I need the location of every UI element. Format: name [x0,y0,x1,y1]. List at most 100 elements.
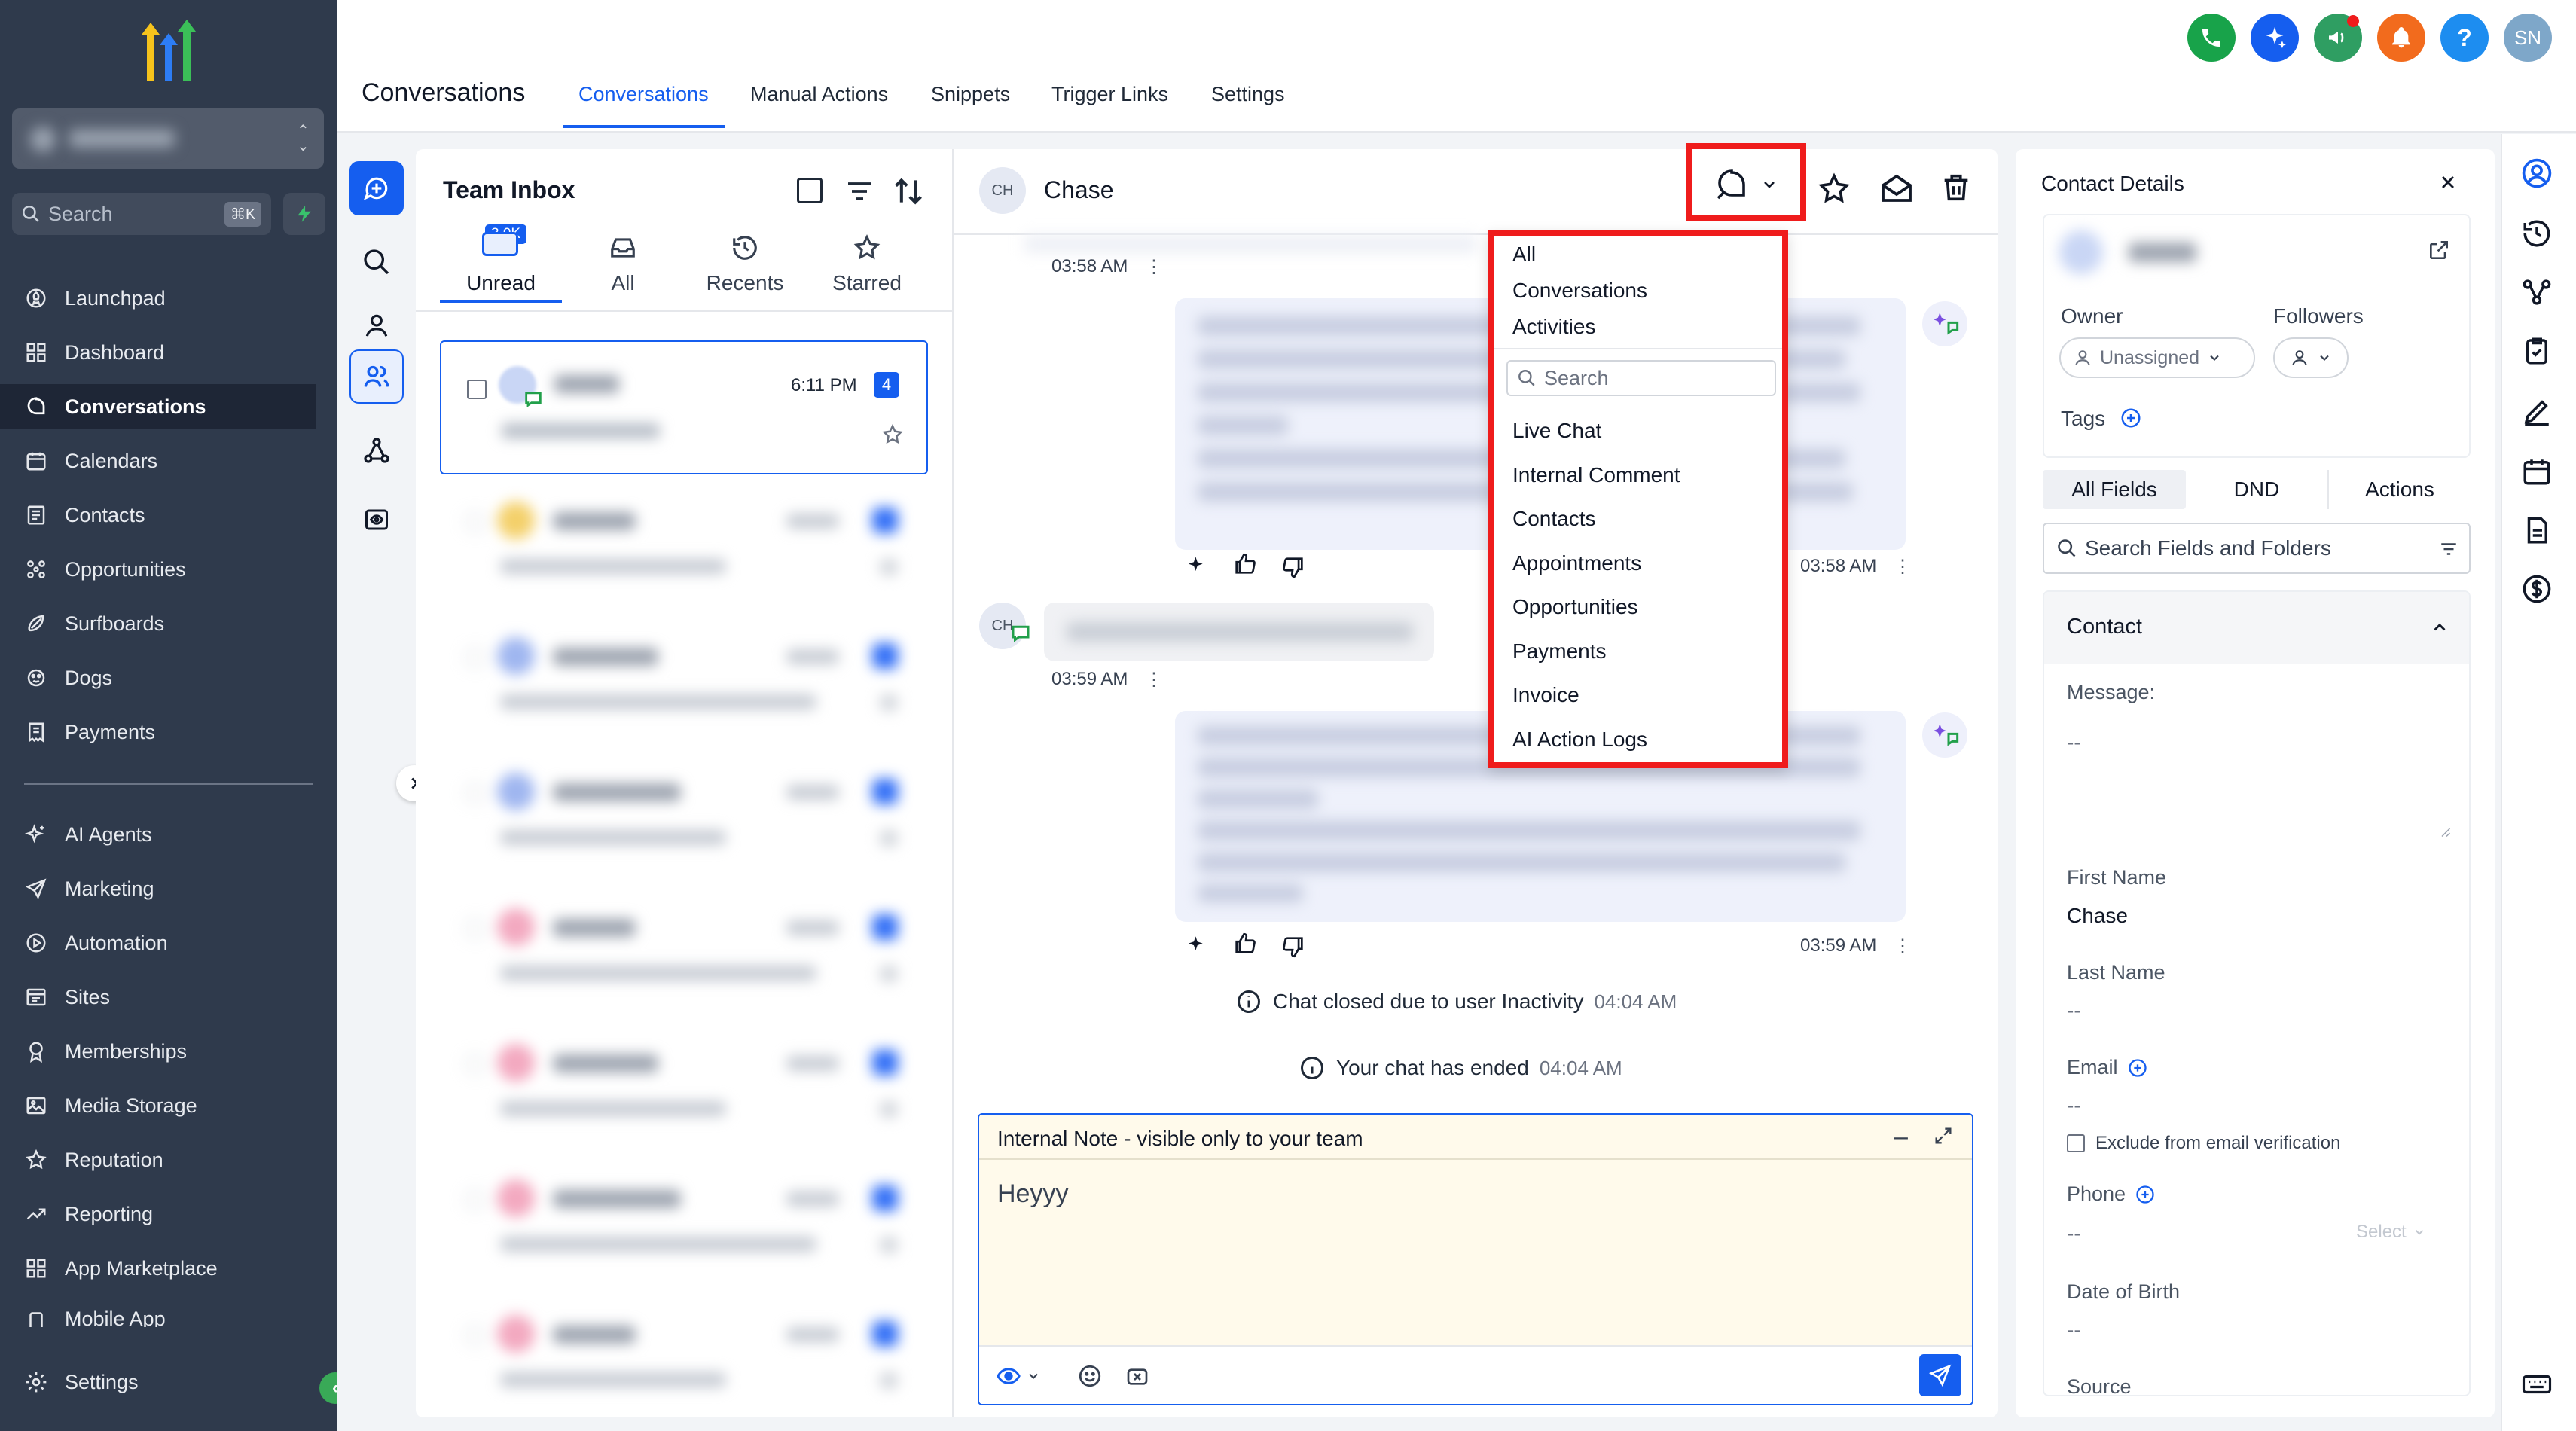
chevron-up-icon[interactable] [2430,618,2449,637]
composer-textarea[interactable]: Heyyy [997,1179,1068,1209]
contact-profile-icon[interactable] [2517,154,2556,193]
announcements-button[interactable] [2314,14,2362,62]
sidebar-item-ai-agents[interactable]: AI Agents [21,812,337,857]
tab-dnd[interactable]: DND [2186,470,2329,509]
message-menu-icon[interactable]: ⋮ [1894,556,1912,578]
sidebar-item-reporting[interactable]: Reporting [21,1191,337,1237]
star-button[interactable] [1817,172,1851,206]
item-checkbox[interactable] [467,380,487,399]
workflows-button[interactable] [349,423,404,478]
followers-select[interactable] [2273,337,2349,378]
phone-type-select[interactable]: Select [2356,1222,2426,1243]
tab-snippets[interactable]: Snippets [931,83,1010,106]
sidebar-item-mobile-app[interactable]: Mobile App [21,1300,337,1327]
thumbs-down-icon[interactable] [1280,934,1306,960]
exclude-email-checkbox[interactable] [2067,1134,2085,1152]
phone-button[interactable] [2187,14,2236,62]
message-menu-icon[interactable]: ⋮ [1145,256,1163,278]
history-icon[interactable] [2517,214,2556,253]
notifications-button[interactable] [2377,14,2425,62]
open-external-icon[interactable] [2427,238,2451,262]
pipeline-icon[interactable] [2517,273,2556,312]
list-item[interactable] [440,898,928,1011]
tab-conversations[interactable]: Conversations [578,83,709,106]
sidebar-item-dogs[interactable]: Dogs [21,655,337,700]
minimize-icon[interactable]: – [1894,1122,1908,1152]
sidebar-item-payments[interactable]: Payments [21,709,337,755]
sidebar-item-reputation[interactable]: Reputation [21,1137,337,1182]
sidebar-item-settings[interactable]: Settings [21,1359,337,1405]
sidebar-item-conversations[interactable]: Conversations [0,384,316,429]
first-name-value[interactable]: Chase [2067,904,2128,928]
help-button[interactable]: ? [2440,14,2489,62]
tab-recents[interactable]: Recents [688,224,801,295]
account-switcher[interactable]: ⌃ ⌄ [12,108,324,169]
keyboard-icon[interactable] [2517,1365,2556,1404]
notes-pen-icon[interactable] [2517,392,2556,431]
channel-filter-button[interactable] [1699,163,1793,206]
add-phone-icon[interactable] [2135,1184,2156,1205]
menu-item-activities[interactable]: Activities [1512,315,1595,339]
last-name-value[interactable]: -- [2067,999,2081,1023]
filter-icon[interactable] [2439,539,2458,559]
owner-select[interactable]: Unassigned [2059,337,2255,378]
fields-search-input[interactable]: Search Fields and Folders [2043,523,2471,574]
new-chat-button[interactable] [349,161,404,215]
phone-value[interactable]: -- [2067,1222,2081,1246]
user-avatar[interactable]: SN [2504,14,2552,62]
email-value[interactable]: -- [2067,1094,2081,1118]
tab-all[interactable]: All [566,224,679,295]
tab-manual-actions[interactable]: Manual Actions [750,83,888,106]
menu-item-ai-action-logs[interactable]: AI Action Logs [1512,728,1647,752]
filter-button[interactable] [844,176,875,206]
clear-format-icon[interactable] [1125,1365,1149,1389]
sidebar-item-automation[interactable]: Automation [21,920,337,966]
ai-assist-button[interactable] [2251,14,2299,62]
delete-button[interactable] [1939,170,1973,205]
sort-button[interactable] [892,175,925,208]
sidebar-item-dashboard[interactable]: Dashboard [21,330,337,375]
tab-starred[interactable]: Starred [810,224,923,295]
sidebar-search[interactable]: Search ⌘K [12,193,271,235]
tasks-icon[interactable] [2517,331,2556,371]
tab-settings[interactable]: Settings [1211,83,1285,106]
mark-read-button[interactable] [1879,170,1915,206]
document-icon[interactable] [2517,511,2556,550]
sidebar-item-contacts[interactable]: Contacts [21,493,337,538]
emoji-icon[interactable] [1077,1363,1103,1389]
calendar-icon[interactable] [2517,452,2556,491]
dollar-icon[interactable] [2517,569,2556,609]
menu-item-internal-comment[interactable]: Internal Comment [1512,463,1680,487]
team-inbox-button[interactable] [349,349,404,404]
list-item[interactable] [440,627,928,740]
message-menu-icon[interactable]: ⋮ [1894,935,1912,957]
list-item[interactable]: 6:11 PM 4 [440,340,928,474]
search-conversations-button[interactable] [349,235,404,289]
my-inbox-button[interactable] [349,298,404,352]
menu-item-conversations[interactable]: Conversations [1512,279,1647,303]
list-item[interactable] [440,1304,928,1417]
menu-item-opportunities[interactable]: Opportunities [1512,595,1638,619]
tab-all-fields[interactable]: All Fields [2043,470,2186,509]
sidebar-item-opportunities[interactable]: Opportunities [21,547,337,592]
sidebar-item-memberships[interactable]: Memberships [21,1029,337,1074]
preview-button[interactable] [349,493,404,547]
sidebar-item-calendars[interactable]: Calendars [21,438,337,484]
quick-action-button[interactable] [283,193,325,235]
add-email-icon[interactable] [2127,1057,2148,1079]
list-item[interactable] [440,1033,928,1146]
star-outline-icon[interactable] [881,423,904,446]
tab-actions[interactable]: Actions [2329,470,2471,509]
menu-search-input[interactable]: Search [1506,360,1776,396]
dob-value[interactable]: -- [2067,1318,2081,1342]
sidebar-item-marketing[interactable]: Marketing [21,866,337,911]
sidebar-item-launchpad[interactable]: Launchpad [21,276,337,321]
menu-item-all[interactable]: All [1512,243,1536,267]
sidebar-item-sites[interactable]: Sites [21,975,337,1020]
send-button[interactable] [1919,1354,1961,1396]
menu-item-payments[interactable]: Payments [1512,639,1607,664]
menu-item-invoice[interactable]: Invoice [1512,683,1579,707]
select-all-checkbox[interactable] [797,178,823,203]
resize-handle-icon[interactable] [2437,824,2451,838]
thumbs-down-icon[interactable] [1280,554,1306,580]
